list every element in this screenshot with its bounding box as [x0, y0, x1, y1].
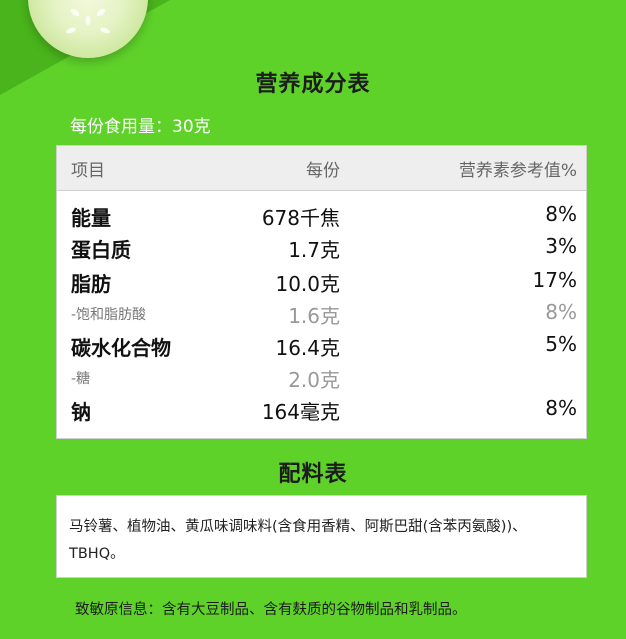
- nutrient-name: -糖: [71, 371, 91, 387]
- allergen-info: 致敏原信息：含有大豆制品、含有麸质的谷物制品和乳制品。: [75, 602, 467, 618]
- table-row: -糖 2.0克: [57, 362, 586, 392]
- cucumber-seed: [99, 26, 111, 35]
- nutrient-nrv: 17%: [532, 268, 577, 292]
- nutrient-nrv: 8%: [545, 396, 577, 420]
- table-row: 钠 164毫克 8%: [57, 394, 586, 424]
- nutrient-amount: 2.0克: [288, 368, 340, 392]
- table-header: 项目 每份 营养素参考值%: [57, 146, 586, 191]
- nutrient-nrv: 3%: [545, 234, 577, 258]
- nutrient-amount: 16.4克: [275, 336, 340, 360]
- nutrient-name: -饱和脂肪酸: [71, 307, 147, 323]
- table-row: 蛋白质 1.7克 3%: [57, 232, 586, 262]
- nutrient-amount: 1.7克: [288, 238, 340, 262]
- ingredients-title: 配料表: [278, 462, 348, 487]
- nutrient-nrv: 8%: [545, 300, 577, 324]
- nutrient-nrv: 5%: [545, 332, 577, 356]
- table-row: -饱和脂肪酸 1.6克 8%: [57, 298, 586, 328]
- nutrient-amount: 678千焦: [261, 206, 340, 230]
- nutrition-table: 项目 每份 营养素参考值% 能量 678千焦 8% 蛋白质 1.7克 3% 脂肪…: [56, 145, 587, 439]
- nutrient-amount: 1.6克: [288, 304, 340, 328]
- header-nrv: 营养素参考值%: [458, 161, 577, 181]
- nutrient-name: 钠: [71, 400, 91, 424]
- header-item: 项目: [71, 161, 105, 181]
- nutrient-name: 碳水化合物: [71, 336, 171, 360]
- nutrient-amount: 164毫克: [261, 400, 340, 424]
- nutrient-amount: 10.0克: [275, 272, 340, 296]
- table-row: 脂肪 10.0克 17%: [57, 266, 586, 296]
- cucumber-seed: [69, 7, 81, 18]
- nutrient-name: 蛋白质: [71, 238, 131, 262]
- table-row: 能量 678千焦 8%: [57, 200, 586, 230]
- ingredients-text: 马铃薯、植物油、黄瓜味调味料(含食用香精、阿斯巴甜(含苯丙氨酸))、TBHQ。: [69, 519, 527, 562]
- header-per-serving: 每份: [306, 161, 340, 181]
- serving-size: 每份食用量：30克: [70, 117, 211, 137]
- nutrient-nrv: 8%: [545, 202, 577, 226]
- cucumber-seed: [65, 26, 77, 35]
- table-row: 碳水化合物 16.4克 5%: [57, 330, 586, 360]
- cucumber-seed: [85, 15, 91, 26]
- nutrient-name: 能量: [71, 206, 111, 230]
- cucumber-seed: [95, 7, 107, 18]
- nutrient-name: 脂肪: [71, 272, 111, 296]
- ingredients-box: 马铃薯、植物油、黄瓜味调味料(含食用香精、阿斯巴甜(含苯丙氨酸))、TBHQ。: [56, 495, 587, 578]
- nutrition-title: 营养成分表: [255, 72, 371, 97]
